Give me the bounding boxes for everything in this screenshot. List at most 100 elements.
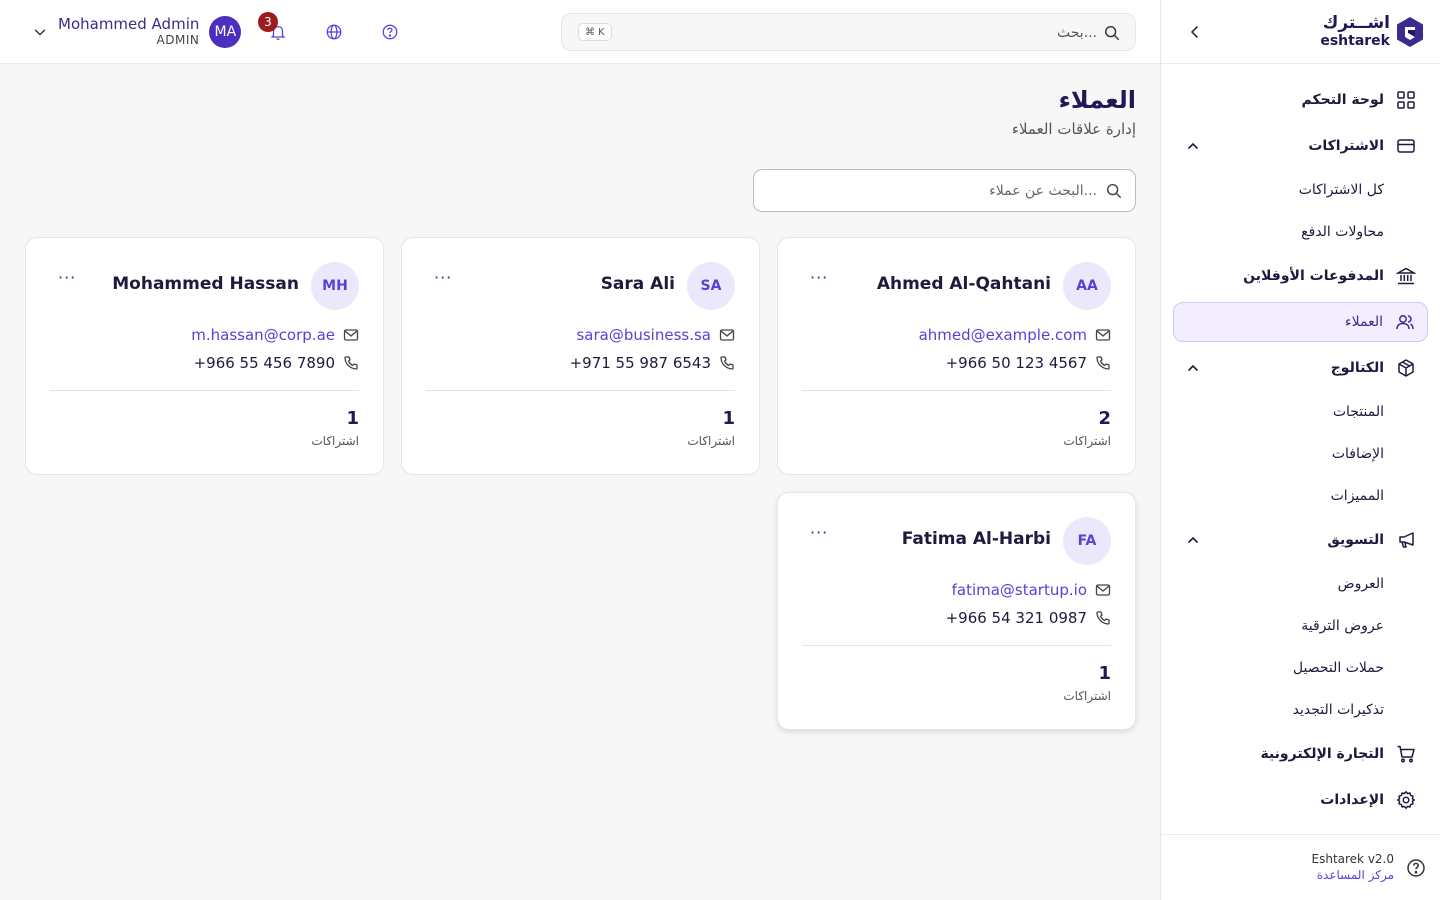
customer-email-row: ahmed@example.com [919, 325, 1111, 345]
sidebar-item-label: الكتالوج [1330, 360, 1384, 376]
global-search-input[interactable] [677, 22, 1097, 44]
customer-email[interactable]: ahmed@example.com [919, 326, 1087, 344]
sidebar-header: اشــترك eshtarek [1161, 0, 1440, 64]
settings-icon [1396, 790, 1416, 810]
dashboard-icon [1396, 90, 1416, 110]
sidebar-item-label: المدفوعات الأوفلاين [1243, 268, 1384, 284]
customer-phone: +966 55 456 7890 [193, 354, 335, 372]
page-subtitle: إدارة علاقات العملاء [1011, 120, 1136, 138]
global-search[interactable]: ⌘ K [561, 13, 1136, 51]
megaphone-icon [1396, 530, 1416, 550]
customer-card[interactable]: MH Mohammed Hassan ··· m.hassan@corp.ae … [25, 237, 384, 475]
customer-card[interactable]: AA Ahmed Al-Qahtani ··· ahmed@example.co… [777, 237, 1136, 475]
customer-email-row: fatima@startup.io [952, 580, 1111, 600]
customer-avatar: SA [687, 262, 735, 310]
subscription-count: 1 [346, 408, 359, 429]
more-options-button[interactable]: ··· [810, 523, 828, 542]
customer-phone-row: +971 55 987 6543 [570, 353, 735, 373]
sidebar-subitem-payment-attempts[interactable]: محاولات الدفع [1173, 214, 1428, 250]
box-icon [1396, 358, 1416, 378]
sidebar-item-subscriptions[interactable]: الاشتراكات [1173, 126, 1428, 166]
brand-mark-icon [1397, 16, 1423, 47]
collapse-sidebar-button[interactable] [1183, 20, 1207, 44]
sidebar-subitem-features[interactable]: المميزات [1173, 478, 1428, 514]
help-circle-icon [382, 24, 398, 40]
subscription-count: 1 [722, 408, 735, 429]
search-shortcut-hint: ⌘ K [578, 23, 612, 41]
sidebar-subitem-offers[interactable]: العروض [1173, 566, 1428, 602]
customer-phone-row: +966 55 456 7890 [194, 353, 359, 373]
sidebar-item-catalog[interactable]: الكتالوج [1173, 348, 1428, 388]
more-options-button[interactable]: ··· [58, 268, 76, 287]
sidebar-item-label: لوحة التحكم [1301, 92, 1384, 108]
sidebar-footer: Eshtarek v2.0 مركز المساعدة [1160, 834, 1440, 900]
chevron-up-icon [1188, 364, 1198, 371]
subscription-count: 2 [1098, 408, 1111, 429]
globe-icon [326, 24, 342, 40]
divider [426, 390, 735, 391]
sidebar-item-label: الإعدادات [1320, 792, 1384, 808]
chevron-up-icon [1188, 142, 1198, 149]
sidebar-subitem-renewal-reminders[interactable]: تذكيرات التجديد [1173, 692, 1428, 728]
app-version: Eshtarek v2.0 [1311, 851, 1395, 866]
help-center-link[interactable]: مركز المساعدة [1312, 868, 1394, 884]
mail-icon [719, 327, 735, 343]
users-icon [1395, 312, 1415, 332]
phone-icon [1095, 610, 1111, 626]
sidebar-item-offline-payments[interactable]: المدفوعات الأوفلاين [1173, 256, 1428, 296]
top-bar: Mohammed Admin ADMIN MA 3 ⌘ K [0, 0, 1160, 64]
sidebar-item-dashboard[interactable]: لوحة التحكم [1173, 80, 1428, 120]
phone-icon [343, 355, 359, 371]
customer-phone: +966 50 123 4567 [945, 354, 1087, 372]
sidebar-item-settings[interactable]: الإعدادات [1173, 780, 1428, 820]
more-options-button[interactable]: ··· [434, 268, 452, 287]
subscription-count-label: اشتراكات [311, 434, 359, 448]
brand-logo[interactable]: اشــترك eshtarek [1320, 15, 1424, 48]
customer-name[interactable]: Fatima Al-Harbi [902, 529, 1051, 549]
sidebar-item-customers[interactable]: العملاء [1173, 302, 1428, 342]
divider [802, 390, 1111, 391]
customer-avatar: FA [1063, 517, 1111, 565]
sidebar-subitem-upgrade-offers[interactable]: عروض الترقية [1173, 608, 1428, 644]
sidebar-subitem-addons[interactable]: الإضافات [1173, 436, 1428, 472]
avatar[interactable]: MA [209, 16, 242, 48]
chevron-down-icon[interactable] [30, 22, 50, 42]
sidebar-item-marketing[interactable]: التسويق [1173, 520, 1428, 560]
cart-icon [1396, 744, 1416, 764]
sidebar-subitem-dunning-campaigns[interactable]: حملات التحصيل [1173, 650, 1428, 686]
more-options-button[interactable]: ··· [810, 268, 828, 287]
customer-name[interactable]: Sara Ali [601, 274, 675, 294]
sidebar-item-ecommerce[interactable]: التجارة الإلكترونية [1173, 734, 1428, 774]
search-icon [1106, 183, 1122, 199]
language-button[interactable] [324, 22, 344, 42]
subscription-count-label: اشتراكات [1063, 434, 1111, 448]
help-circle-icon[interactable] [1406, 858, 1426, 878]
chevron-left-icon [1191, 25, 1198, 38]
sidebar-item-label: التسويق [1327, 532, 1384, 548]
mail-icon [1095, 327, 1111, 343]
sidebar-subitem-products[interactable]: المنتجات [1173, 394, 1428, 430]
customer-name[interactable]: Mohammed Hassan [112, 274, 299, 294]
customer-phone-row: +966 54 321 0987 [946, 608, 1111, 628]
subscription-count: 1 [1098, 663, 1111, 684]
customer-search-input[interactable] [777, 180, 1097, 202]
user-menu[interactable]: Mohammed Admin ADMIN MA [30, 14, 242, 50]
customer-card[interactable]: FA Fatima Al-Harbi ··· fatima@startup.io… [777, 492, 1136, 730]
sidebar-item-label: الاشتراكات [1308, 138, 1384, 154]
subscription-count-label: اشتراكات [1063, 689, 1111, 703]
customer-email[interactable]: sara@business.sa [576, 326, 711, 344]
sidebar-subitem-all-subscriptions[interactable]: كل الاشتراكات [1173, 172, 1428, 208]
brand-name-ar: اشــترك [1322, 13, 1390, 33]
mail-icon [343, 327, 359, 343]
divider [802, 645, 1111, 646]
customer-phone: +966 54 321 0987 [945, 609, 1087, 627]
customer-card[interactable]: SA Sara Ali ··· sara@business.sa +971 55… [401, 237, 760, 475]
customer-email[interactable]: fatima@startup.io [952, 581, 1087, 599]
customer-email[interactable]: m.hassan@corp.ae [191, 326, 335, 344]
phone-icon [1095, 355, 1111, 371]
user-name: Mohammed Admin [58, 15, 200, 34]
search-icon [1104, 25, 1120, 41]
help-button[interactable] [380, 22, 400, 42]
customer-search[interactable] [753, 169, 1136, 212]
customer-name[interactable]: Ahmed Al-Qahtani [877, 274, 1051, 294]
